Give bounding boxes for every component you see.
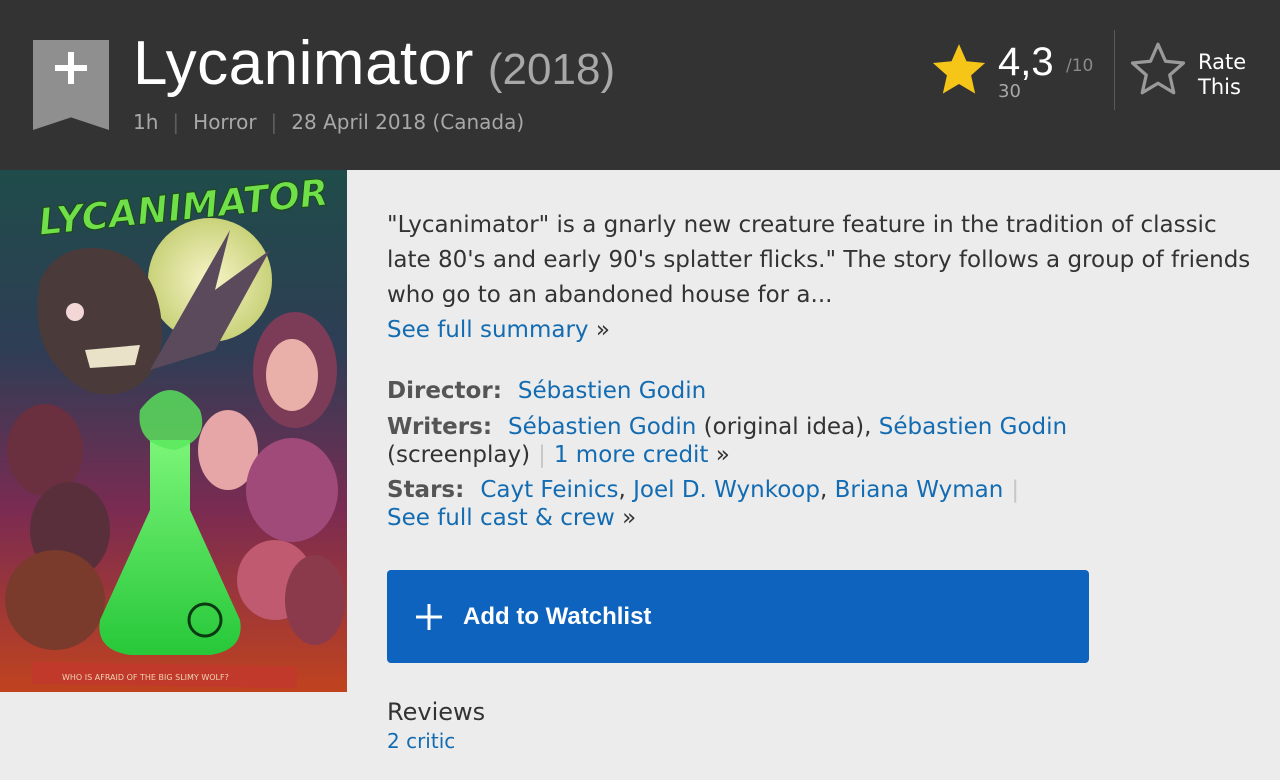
imdb-rating: 4,3 /10 30 <box>930 38 1110 108</box>
star-link[interactable]: Joel D. Wynkoop <box>633 477 820 503</box>
chevron-right-icon: » <box>595 317 610 343</box>
divider <box>1114 30 1115 110</box>
plus-icon <box>55 52 87 84</box>
plus-icon <box>415 603 443 631</box>
writer-link[interactable]: Sébastien Godin <box>879 414 1067 440</box>
director-label: Director: <box>387 378 502 404</box>
stars-row: Stars: Cayt Feinics, Joel D. Wynkoop, Bri… <box>387 477 1020 531</box>
writers-row: Writers: Sébastien Godin (original idea),… <box>387 413 1267 469</box>
writers-label: Writers: <box>387 414 493 440</box>
plot-summary: "Lycanimator" is a gnarly new creature f… <box>387 208 1257 348</box>
separator: | <box>270 110 278 134</box>
reviews-heading: Reviews <box>387 698 486 726</box>
movie-year: (2018) <box>487 45 616 94</box>
star-link[interactable]: Briana Wyman <box>835 477 1004 503</box>
movie-poster[interactable]: LYCANIMATOR WHO IS AFRAID OF THE BIG SLI… <box>0 170 347 692</box>
rate-label-line1: Rate <box>1198 50 1247 74</box>
add-to-watchlist-ribbon[interactable] <box>33 40 109 130</box>
chevron-right-icon: » <box>715 442 730 468</box>
summary-text: "Lycanimator" is a gnarly new creature f… <box>387 212 1251 308</box>
writer-link[interactable]: Sébastien Godin <box>508 414 696 440</box>
rate-label-line2: This <box>1198 75 1241 99</box>
separator: | <box>1011 477 1020 503</box>
separator: | <box>538 442 546 468</box>
rating-value: 4,3 <box>998 40 1054 84</box>
writer-note: (screenplay) <box>387 442 531 468</box>
title-subtext: 1h | Horror | 28 April 2018 (Canada) <box>133 110 524 134</box>
critic-reviews-link[interactable]: 2 critic <box>387 729 455 753</box>
watchlist-label: Add to Watchlist <box>463 602 652 630</box>
see-full-summary-link[interactable]: See full summary <box>387 317 589 343</box>
rating-count[interactable]: 30 <box>998 81 1021 102</box>
separator: | <box>172 110 180 134</box>
genre-link[interactable]: Horror <box>193 110 256 134</box>
credits-block: Director: Sébastien Godin Writers: Sébasti… <box>387 376 1267 539</box>
chevron-right-icon: » <box>622 505 637 531</box>
title-header: Lycanimator (2018) 1h | Horror | 28 April 201… <box>0 0 1280 170</box>
rate-this-button[interactable]: Rate This <box>1128 40 1268 100</box>
star-outline-icon <box>1130 42 1186 95</box>
more-credit-link[interactable]: 1 more credit <box>554 442 709 468</box>
writer-note: (original idea), <box>696 414 879 440</box>
add-to-watchlist-button[interactable]: Add to Watchlist <box>387 570 1089 663</box>
rating-scale: /10 <box>1066 56 1094 76</box>
poster-art: LYCANIMATOR WHO IS AFRAID OF THE BIG SLI… <box>0 170 347 692</box>
movie-title: Lycanimator <box>133 29 474 98</box>
star-link[interactable]: Cayt Feinics <box>480 477 618 503</box>
star-icon <box>932 44 986 94</box>
stars-label: Stars: <box>387 477 465 503</box>
release-date-link[interactable]: 28 April 2018 (Canada) <box>291 110 524 134</box>
director-row: Director: Sébastien Godin <box>387 376 1267 406</box>
runtime: 1h <box>133 110 159 134</box>
full-cast-crew-link[interactable]: See full cast & crew <box>387 505 615 531</box>
rate-this-label: Rate This <box>1198 50 1258 100</box>
title-block: Lycanimator (2018) <box>133 28 615 99</box>
poster-tagline: WHO IS AFRAID OF THE BIG SLIMY WOLF? <box>62 673 229 682</box>
director-link[interactable]: Sébastien Godin <box>518 378 706 404</box>
